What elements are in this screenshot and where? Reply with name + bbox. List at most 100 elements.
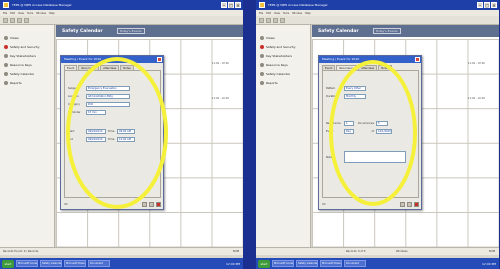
print-icon[interactable] xyxy=(407,201,412,207)
close-icon[interactable]: × xyxy=(491,2,497,8)
taskbar-item[interactable]: Microsoft PowerPoint xyxy=(320,260,342,267)
app-title-bar: TEPS @ NIPS Access Database Manager – □ … xyxy=(0,0,243,10)
key-icon xyxy=(4,62,8,67)
calendar-icon xyxy=(4,71,8,76)
calendar-event[interactable]: 11:00 - 10:00 xyxy=(468,62,485,65)
todays-events-button[interactable]: Today's Events xyxy=(116,28,145,34)
dialog-footer: OK xyxy=(64,200,161,208)
sidebar-item-calendar[interactable]: Safety Calendar xyxy=(256,69,310,78)
taskbar-item[interactable]: Document xyxy=(88,260,110,267)
menu-help[interactable]: Help xyxy=(49,12,55,15)
sidebar-item-reports[interactable]: Reports xyxy=(0,78,54,87)
calendar-event[interactable]: 11:00 - 10:00 xyxy=(212,97,229,100)
menu-file[interactable]: File xyxy=(259,12,263,15)
dialog-body: Subject Emergency Evacuation Location Admi… xyxy=(64,70,161,198)
sidebar-item-stakeholders[interactable]: Key Stakeholders xyxy=(0,51,54,60)
taskbar-item[interactable]: Safety Calendar xyxy=(40,260,62,267)
toolbar-save-icon[interactable] xyxy=(273,17,278,23)
start-time-field[interactable]: 09:00 AM xyxy=(117,129,135,134)
taskbar-item[interactable]: Microsoft Access xyxy=(16,260,38,267)
print-icon[interactable] xyxy=(149,201,154,207)
toolbar-open-icon[interactable] xyxy=(266,17,271,23)
sidebar-item-safety-security[interactable]: Safety and Security xyxy=(0,42,54,51)
subject-field[interactable]: Emergency Evacuation xyxy=(86,86,130,91)
sidebar-item-resource-keys[interactable]: Resource Keys xyxy=(0,60,54,69)
menu-view[interactable]: View xyxy=(274,12,280,15)
sidebar-item-stakeholders[interactable]: Key Stakeholders xyxy=(256,51,310,60)
start-button[interactable]: start xyxy=(2,259,14,268)
reminder-select[interactable]: 15 min xyxy=(86,110,106,115)
taskbar-item[interactable]: Safety Calendar xyxy=(296,260,318,267)
sidebar-item-safety-security[interactable]: Safety and Security xyxy=(256,42,310,51)
sidebar-item-views[interactable]: Views xyxy=(256,33,310,42)
sidebar-item-calendar[interactable]: Safety Calendar xyxy=(0,69,54,78)
occurrences-field[interactable]: 5 xyxy=(376,121,388,126)
ok-button[interactable]: OK xyxy=(322,203,326,206)
minimize-icon[interactable]: – xyxy=(477,2,483,8)
toolbar-new-icon[interactable] xyxy=(3,17,8,23)
end-date-field[interactable]: 09/24/2010 xyxy=(86,137,106,142)
location-field[interactable]: Administration Bldg xyxy=(86,94,130,99)
menu-window[interactable]: Window xyxy=(36,12,46,15)
taskbar: start Microsoft Access Safety Calendar M… xyxy=(256,258,499,269)
duration-field[interactable]: Monthly xyxy=(344,94,366,99)
dialog-tabs: Event Recurrence Attendees Notes xyxy=(61,63,163,70)
sidebar-item-resource-keys[interactable]: Resource Keys xyxy=(256,60,310,69)
menu-window[interactable]: Window xyxy=(292,12,302,15)
ok-button[interactable]: OK xyxy=(64,203,68,206)
calendar-event[interactable]: 11:00 - 10:00 xyxy=(212,62,229,65)
menu-help[interactable]: Help xyxy=(305,12,311,15)
pattern-field[interactable]: Every Other xyxy=(344,86,366,91)
folder-icon xyxy=(4,35,8,40)
field-label: Duration xyxy=(326,95,338,98)
delete-icon[interactable] xyxy=(156,201,161,207)
dialog-title: Meeting / Event for 2010 xyxy=(322,57,360,61)
every-select[interactable]: Day xyxy=(344,129,354,134)
minimize-icon[interactable]: – xyxy=(221,2,227,8)
calendar-event[interactable]: 11:00 - 10:00 xyxy=(468,97,485,100)
menu-edit[interactable]: Edit xyxy=(266,12,271,15)
category-select[interactable]: Drill xyxy=(86,102,130,107)
menu-tools[interactable]: Tools xyxy=(283,12,289,15)
start-button[interactable]: start xyxy=(258,259,270,268)
delete-icon[interactable] xyxy=(414,201,419,207)
app-title-bar: TEPS @ NIPS Access Database Manager – □ … xyxy=(256,0,499,10)
toolbar xyxy=(256,16,499,25)
menu-tools[interactable]: Tools xyxy=(27,12,33,15)
shield-icon xyxy=(4,44,8,49)
todays-events-button[interactable]: Today's Events xyxy=(372,28,401,34)
toolbar-new-icon[interactable] xyxy=(259,17,264,23)
notes-textarea[interactable] xyxy=(344,151,406,163)
sidebar-item-views[interactable]: Views xyxy=(0,33,54,42)
taskbar-item[interactable]: Microsoft Access xyxy=(272,260,294,267)
end-time-field[interactable]: 10:00 AM xyxy=(117,137,135,142)
maximize-icon[interactable]: □ xyxy=(484,2,490,8)
toolbar-save-icon[interactable] xyxy=(17,17,22,23)
start-date-field[interactable]: 09/24/2010 xyxy=(86,129,106,134)
save-icon[interactable] xyxy=(400,201,405,207)
recurrence-count-field[interactable]: 1 xyxy=(344,121,354,126)
end-date-field[interactable]: 10/1/2010 xyxy=(376,129,392,134)
save-icon[interactable] xyxy=(142,201,147,207)
maximize-icon[interactable]: □ xyxy=(228,2,234,8)
field-label: of xyxy=(371,130,374,133)
menu-edit[interactable]: Edit xyxy=(10,12,15,15)
close-icon[interactable]: × xyxy=(235,2,241,8)
menu-file[interactable]: File xyxy=(3,12,7,15)
taskbar-item[interactable]: Microsoft PowerPoint xyxy=(64,260,86,267)
toolbar-print-icon[interactable] xyxy=(280,17,285,23)
dialog-tabs: Event Recurrence Attendees Notes xyxy=(319,63,421,70)
status-windows: Windows xyxy=(396,250,408,253)
window-title: TEPS @ NIPS Access Database Manager xyxy=(12,3,72,7)
shield-icon xyxy=(260,44,264,49)
report-icon xyxy=(260,80,264,85)
sidebar-item-reports[interactable]: Reports xyxy=(256,78,310,87)
close-icon[interactable] xyxy=(415,57,420,62)
toolbar-print-icon[interactable] xyxy=(24,17,29,23)
field-label: Subject xyxy=(68,87,78,90)
menu-view[interactable]: View xyxy=(18,12,24,15)
toolbar-open-icon[interactable] xyxy=(10,17,15,23)
taskbar: start Microsoft Access Safety Calendar M… xyxy=(0,258,243,269)
taskbar-item[interactable]: Document xyxy=(344,260,366,267)
close-icon[interactable] xyxy=(157,57,162,62)
